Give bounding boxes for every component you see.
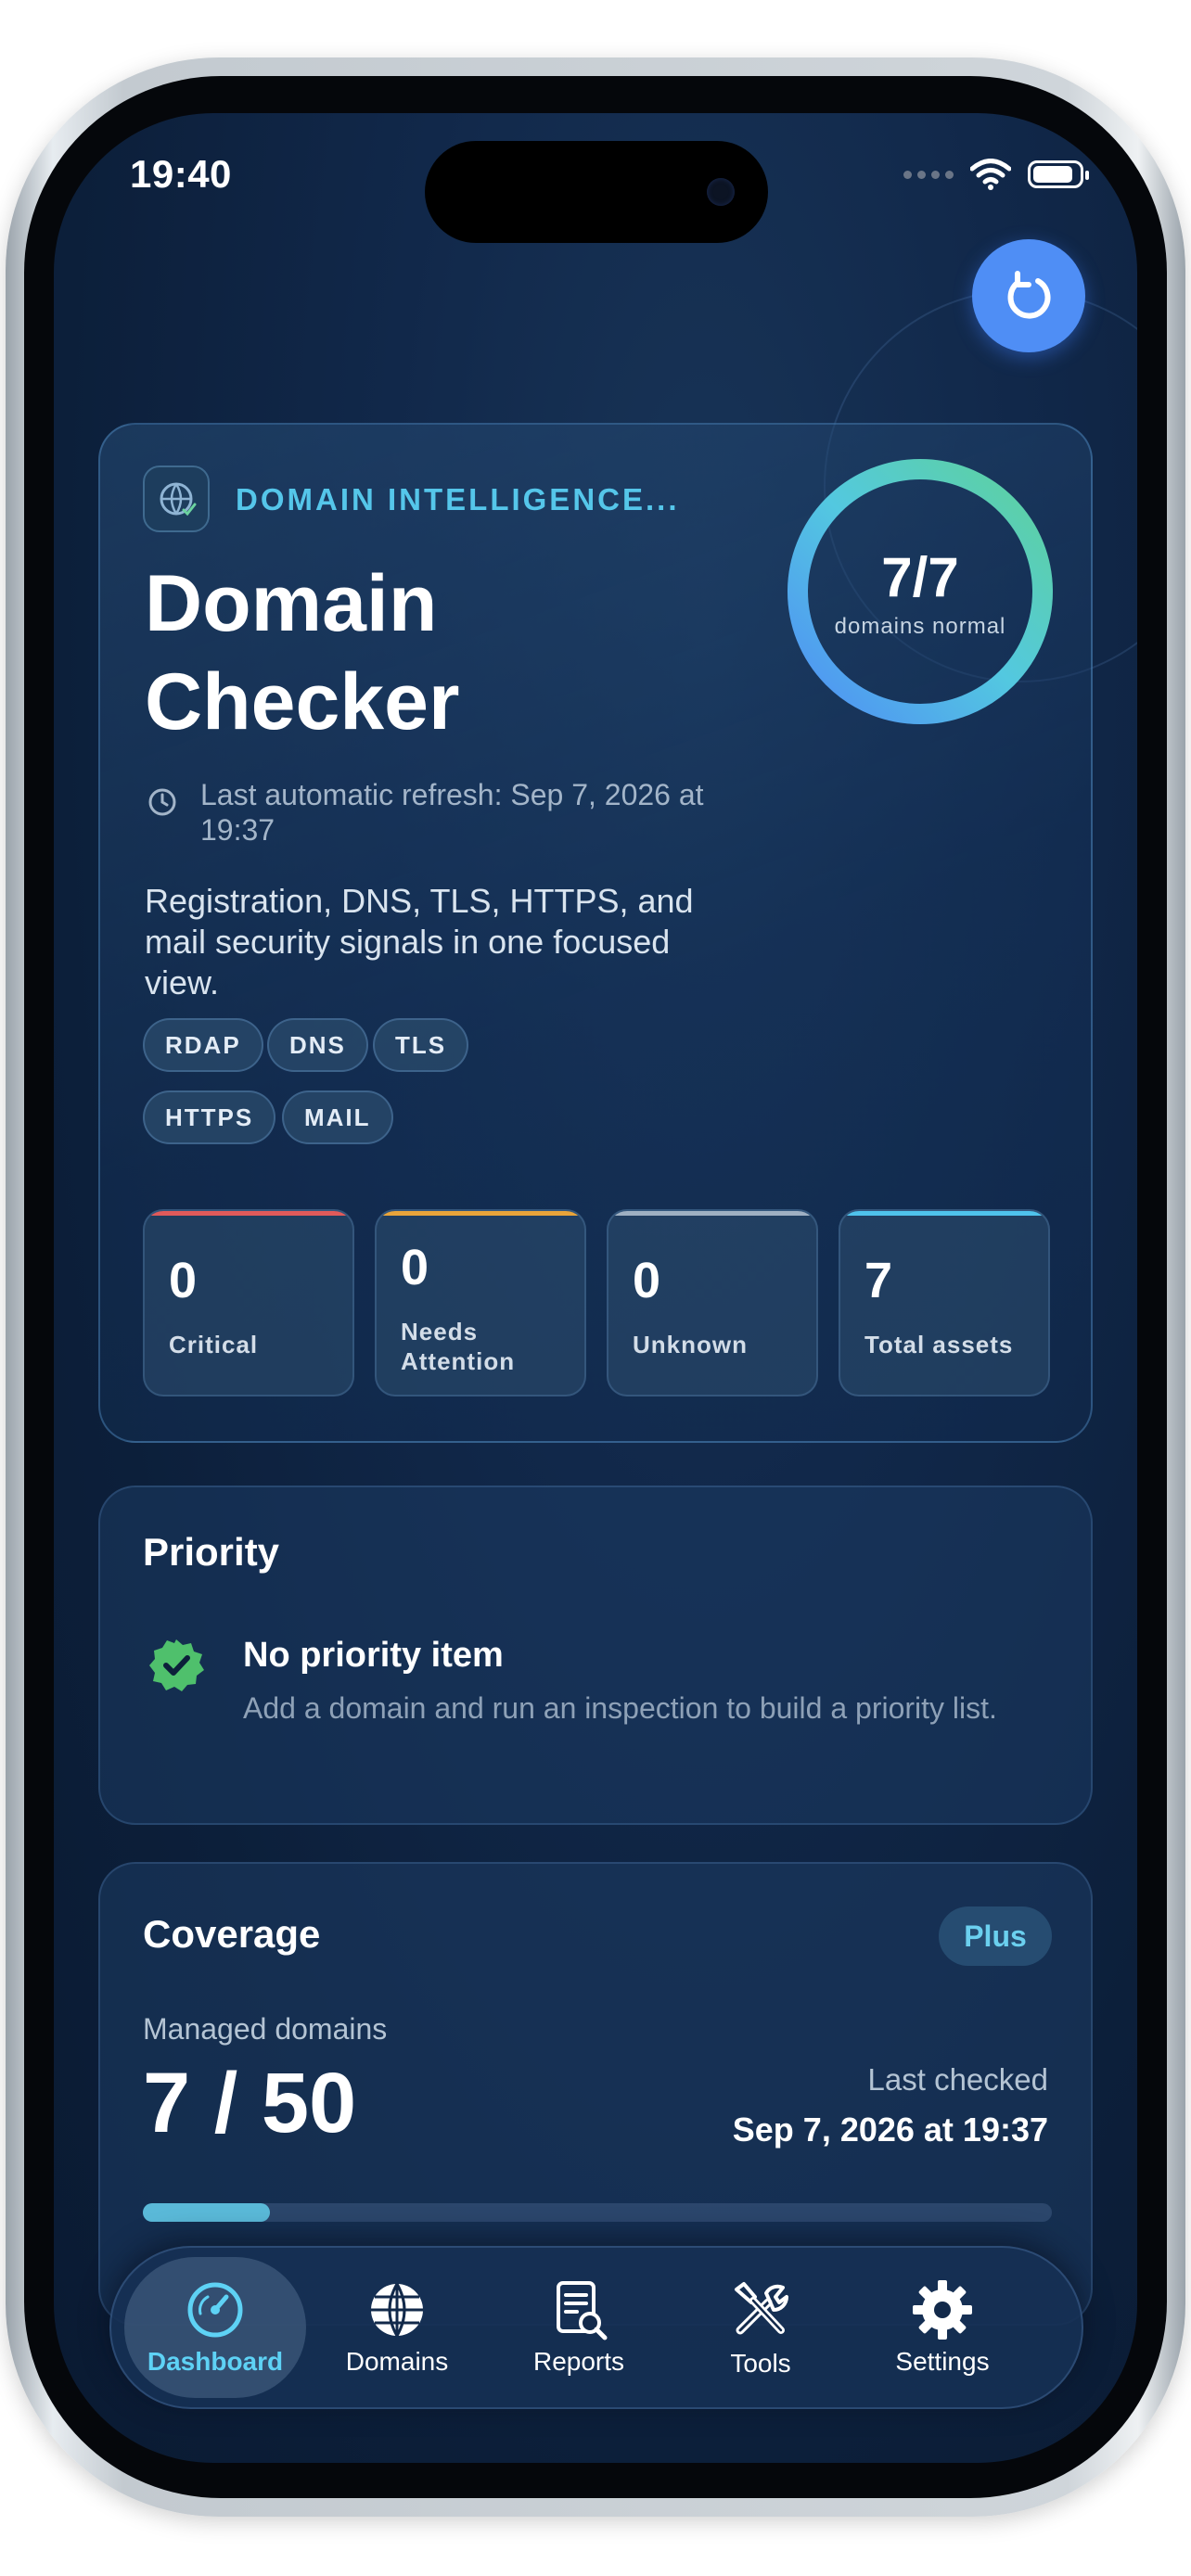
last-refresh-text: Last automatic refresh: Sep 7, 2026 at 1… <box>200 778 704 847</box>
status-ring: 7/7 domains normal <box>781 453 1059 731</box>
tab-dashboard[interactable]: Dashboard <box>124 2257 306 2398</box>
coverage-progress-bar <box>143 2203 1052 2222</box>
managed-domains-label: Managed domains <box>143 2012 388 2046</box>
stat-color-bar <box>608 1211 816 1216</box>
priority-item-title: No priority item <box>243 1636 504 1675</box>
dynamic-island <box>425 141 768 243</box>
hero-description: Registration, DNS, TLS, HTTPS, and mail … <box>145 882 694 1001</box>
tab-label: Tools <box>730 2349 791 2378</box>
priority-item-subtitle: Add a domain and run an inspection to bu… <box>243 1691 997 1725</box>
tab-reports[interactable]: Reports <box>488 2257 670 2398</box>
refresh-button[interactable] <box>972 239 1085 352</box>
tab-settings[interactable]: Settings <box>852 2257 1033 2398</box>
cellular-signal-icon <box>903 170 954 179</box>
stat-value: 0 <box>401 1240 429 1295</box>
last-checked-value: Sep 7, 2026 at 19:37 <box>732 2111 1048 2149</box>
coverage-progress-fill <box>143 2203 271 2222</box>
verified-check-icon <box>149 1639 204 1691</box>
plus-badge[interactable]: Plus <box>939 1906 1052 1966</box>
tab-label: Domains <box>345 2347 449 2376</box>
eyebrow-label: DOMAIN INTELLIGENCE... <box>236 482 680 516</box>
tab-label: Reports <box>532 2347 625 2376</box>
stat-needs-attention[interactable]: 0 Needs Attention <box>375 1209 586 1396</box>
wifi-icon <box>970 159 1011 190</box>
coverage-title: Coverage <box>143 1912 321 1956</box>
tools-icon <box>735 2282 788 2335</box>
stat-value: 0 <box>169 1253 198 1308</box>
stat-label: Needs Attention <box>401 1318 516 1375</box>
status-time: 19:40 <box>130 152 232 196</box>
stat-value: 7 <box>864 1253 893 1308</box>
gauge-icon <box>187 2282 243 2338</box>
tab-bar: Dashboard Domains Reports Tools Settings <box>109 2246 1083 2409</box>
managed-domains-value: 7 / 50 <box>143 2056 357 2150</box>
clock-icon <box>148 788 176 816</box>
priority-title: Priority <box>143 1530 280 1574</box>
chip-tls[interactable]: TLS <box>373 1018 469 1072</box>
stat-total-assets[interactable]: 7 Total assets <box>839 1209 1050 1396</box>
globe-check-icon <box>160 482 197 516</box>
stat-color-bar <box>377 1211 584 1216</box>
gear-icon <box>913 2280 972 2340</box>
status-indicators <box>903 158 1089 191</box>
chip-rdap[interactable]: RDAP <box>143 1018 263 1072</box>
stat-color-bar <box>145 1211 352 1216</box>
domain-badge-icon <box>143 465 210 532</box>
ring-value: 7/7 <box>881 546 959 608</box>
globe-icon <box>371 2283 423 2337</box>
battery-icon <box>1028 160 1089 188</box>
chip-https[interactable]: HTTPS <box>143 1090 276 1144</box>
stat-label: Unknown <box>633 1331 748 1358</box>
tab-label: Settings <box>895 2347 990 2376</box>
hero-card: DOMAIN INTELLIGENCE... Domain Checker La… <box>98 423 1093 1443</box>
tab-domains[interactable]: Domains <box>306 2257 488 2398</box>
refresh-icon <box>1007 271 1051 319</box>
ring-label: domains normal <box>834 614 1006 639</box>
last-checked-label: Last checked <box>867 2062 1048 2097</box>
stat-critical[interactable]: 0 Critical <box>143 1209 354 1396</box>
stat-color-bar <box>840 1211 1048 1216</box>
stat-label: Critical <box>169 1331 259 1358</box>
chip-mail[interactable]: MAIL <box>282 1090 393 1144</box>
priority-card: Priority No priority item Add a domain a… <box>98 1486 1093 1825</box>
app-screen: 19:40 DOMAIN INTELLIGENCE... Domain Chec… <box>54 113 1137 2463</box>
page-title: Domain Checker <box>145 559 460 746</box>
stat-label: Total assets <box>864 1331 1014 1358</box>
report-icon <box>557 2281 608 2340</box>
chip-dns[interactable]: DNS <box>267 1018 368 1072</box>
stat-value: 0 <box>633 1253 661 1308</box>
tab-tools[interactable]: Tools <box>670 2257 852 2398</box>
stat-unknown[interactable]: 0 Unknown <box>607 1209 818 1396</box>
camera-icon <box>707 178 735 206</box>
tab-label: Dashboard <box>147 2347 284 2376</box>
